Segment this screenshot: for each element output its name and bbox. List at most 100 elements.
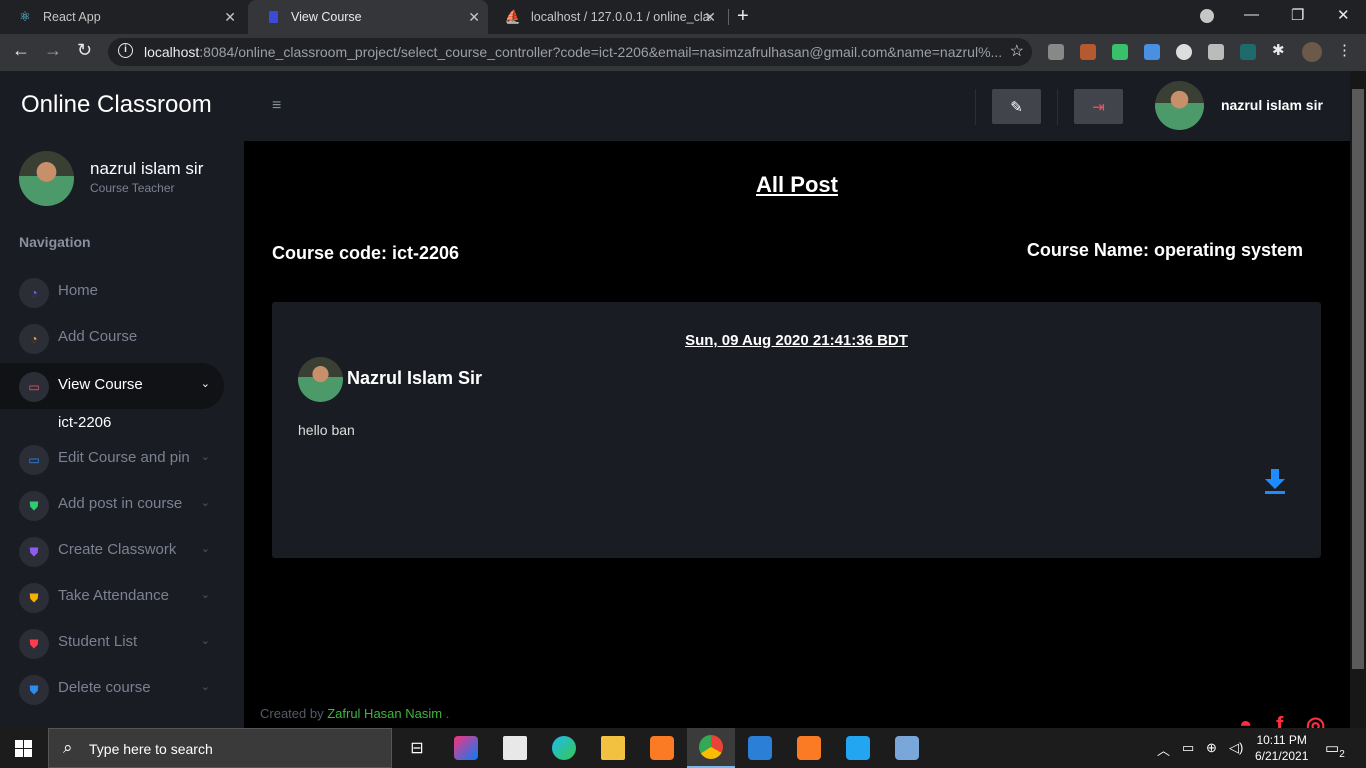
maximize-icon[interactable]: ❐ (1291, 6, 1304, 24)
info-icon[interactable]: i (118, 43, 133, 58)
sidebar-item-label: View Course (58, 376, 143, 393)
search-placeholder: Type here to search (89, 741, 213, 757)
address-bar[interactable]: i localhost:8084/online_classroom_projec… (108, 38, 1032, 66)
footer-credit: Created by Zafrul Hasan Nasim . (260, 706, 449, 721)
browser-tab-strip: ⚛ React App ✕ View Course ✕ ⛵ localhost … (0, 0, 1366, 34)
chevron-down-icon: ⌄ (200, 589, 210, 601)
store-icon[interactable] (491, 728, 539, 768)
footer-author-link[interactable]: Zafrul Hasan Nasim (327, 706, 442, 721)
minimize-icon[interactable]: — (1244, 6, 1259, 23)
extension-icon[interactable] (1080, 44, 1096, 60)
url-path: :8084/online_classroom_project/select_co… (199, 44, 1003, 60)
close-icon[interactable]: ✕ (468, 9, 480, 26)
sidebar-item-home[interactable]: ◔ Home (0, 269, 224, 315)
shield-icon: ⛊ (19, 675, 49, 705)
download-icon[interactable] (1264, 469, 1286, 495)
close-icon[interactable]: ✕ (704, 9, 716, 26)
menu-kebab-icon[interactable]: ⋮ (1337, 41, 1353, 59)
mail-icon[interactable] (736, 728, 784, 768)
vscode-icon[interactable] (834, 728, 882, 768)
extension-icon[interactable] (1144, 44, 1160, 60)
sidebar-item-student-list[interactable]: ⛊ Student List ⌄ (0, 620, 224, 666)
sidebar-item-delete-course[interactable]: ⛊ Delete course ⌄ (0, 666, 224, 712)
tab-view-course[interactable]: View Course ✕ (248, 0, 488, 34)
search-icon: ⌕ (63, 738, 73, 757)
back-icon[interactable]: ← (12, 40, 30, 61)
notification-icon[interactable]: ▭2 (1325, 739, 1345, 760)
tab-react-app[interactable]: ⚛ React App ✕ (0, 0, 244, 34)
virtualbox-icon[interactable] (883, 728, 931, 768)
xampp-icon[interactable] (785, 728, 833, 768)
battery-icon[interactable]: ▭ (1182, 740, 1194, 756)
windows-taskbar: ⌕ Type here to search ⊟ ︿ ▭ ⊕ ◁) 10:11 P… (0, 728, 1366, 768)
header-avatar[interactable] (1155, 81, 1204, 130)
pencil-icon: ✎ (1010, 98, 1023, 116)
post-author-avatar (298, 357, 343, 402)
post-author: Nazrul Islam Sir (347, 368, 483, 388)
sidebar-user-role: Course Teacher (90, 181, 175, 195)
tray-chevron-up-icon[interactable]: ︿ (1157, 740, 1170, 759)
footer-prefix: Created by (260, 706, 324, 721)
network-icon[interactable]: ⊕ (1206, 740, 1217, 756)
hamburger-menu-icon[interactable]: ≡ (272, 97, 281, 115)
sidebar-item-create-classwork[interactable]: ⛊ Create Classwork ⌄ (0, 528, 224, 574)
sidebar-item-take-attendance[interactable]: ⛊ Take Attendance ⌄ (0, 574, 224, 620)
chevron-down-icon: ⌄ (200, 543, 210, 555)
edge-icon[interactable] (540, 728, 588, 768)
chevron-down-icon: ⌄ (200, 451, 210, 463)
bookmark-star-icon[interactable]: ☆ (1010, 41, 1024, 61)
page-title: All Post (756, 172, 838, 197)
edit-profile-button[interactable]: ✎ (992, 89, 1041, 124)
chevron-down-icon: ⌄ (200, 681, 210, 693)
reload-icon[interactable]: ↻ (77, 40, 92, 61)
url-host: localhost (144, 44, 200, 60)
course-name: Course Name: operating system (1026, 240, 1303, 260)
logout-button[interactable]: ⇥ (1074, 89, 1123, 124)
volume-icon[interactable]: ◁) (1229, 740, 1243, 756)
top-header: ≡ ✎ ⇥ nazrul islam sir (244, 71, 1350, 141)
shield-icon: ⛊ (19, 491, 49, 521)
page-scrollbar[interactable] (1350, 71, 1366, 728)
chevron-down-icon: ⌄ (200, 635, 210, 647)
puzzle-icon[interactable]: ✱ (1272, 41, 1288, 59)
profile-avatar[interactable] (1302, 42, 1322, 62)
windows-start-icon[interactable] (15, 740, 32, 757)
file-explorer-icon[interactable] (589, 728, 637, 768)
chrome-icon[interactable] (687, 728, 735, 768)
sidebar-item-edit-course[interactable]: ▭ Edit Course and pin ⌄ (0, 436, 224, 482)
scrollbar-thumb[interactable] (1352, 89, 1364, 669)
sidebar-item-view-course[interactable]: ▭ View Course ⌄ (0, 363, 224, 409)
profile-dropdown-icon[interactable] (1200, 9, 1214, 23)
tab-phpmyadmin[interactable]: ⛵ localhost / 127.0.0.1 / online_clas ✕ (488, 0, 724, 34)
tab-title: React App (43, 10, 101, 24)
new-tab-icon[interactable]: + (737, 5, 749, 28)
camera-extension-icon[interactable] (1208, 44, 1224, 60)
sidebar-item-add-course[interactable]: ◔ Add Course (0, 315, 224, 361)
extension-icon[interactable] (1112, 44, 1128, 60)
course-code: Course code: ict-2206 (272, 243, 460, 263)
forward-icon[interactable]: → (44, 40, 62, 61)
task-view-icon[interactable]: ⊟ (393, 728, 441, 768)
tab-title: View Course (291, 10, 362, 24)
extension-icon[interactable] (1048, 44, 1064, 60)
laptop-icon: ▭ (19, 445, 49, 475)
sidebar-item-label: Edit Course and pin (58, 449, 190, 466)
taskbar-search-box[interactable]: ⌕ Type here to search (48, 728, 392, 768)
sidebar: Online Classroom nazrul islam sir Course… (0, 71, 244, 728)
close-window-icon[interactable]: ✕ (1337, 6, 1350, 24)
nav-heading: Navigation (19, 234, 91, 250)
sidebar-item-add-post[interactable]: ⛊ Add post in course ⌄ (0, 482, 224, 528)
intellij-icon[interactable] (442, 728, 490, 768)
taskbar-clock[interactable]: 10:11 PM 6/21/2021 (1255, 732, 1308, 764)
xampp-icon[interactable] (638, 728, 686, 768)
close-icon[interactable]: ✕ (224, 9, 236, 26)
sidebar-subitem-course[interactable]: ict-2206 (58, 414, 111, 431)
extension-icon[interactable] (1240, 44, 1256, 60)
sidebar-item-label: Student List (58, 633, 138, 650)
main-content: All Post Course code: ict-2206 Course Na… (244, 141, 1350, 737)
notification-count: 2 (1339, 749, 1345, 760)
logout-icon: ⇥ (1092, 98, 1105, 116)
phpmyadmin-icon: ⛵ (504, 9, 522, 24)
extension-icon[interactable] (1176, 44, 1192, 60)
shield-icon: ⛊ (19, 537, 49, 567)
